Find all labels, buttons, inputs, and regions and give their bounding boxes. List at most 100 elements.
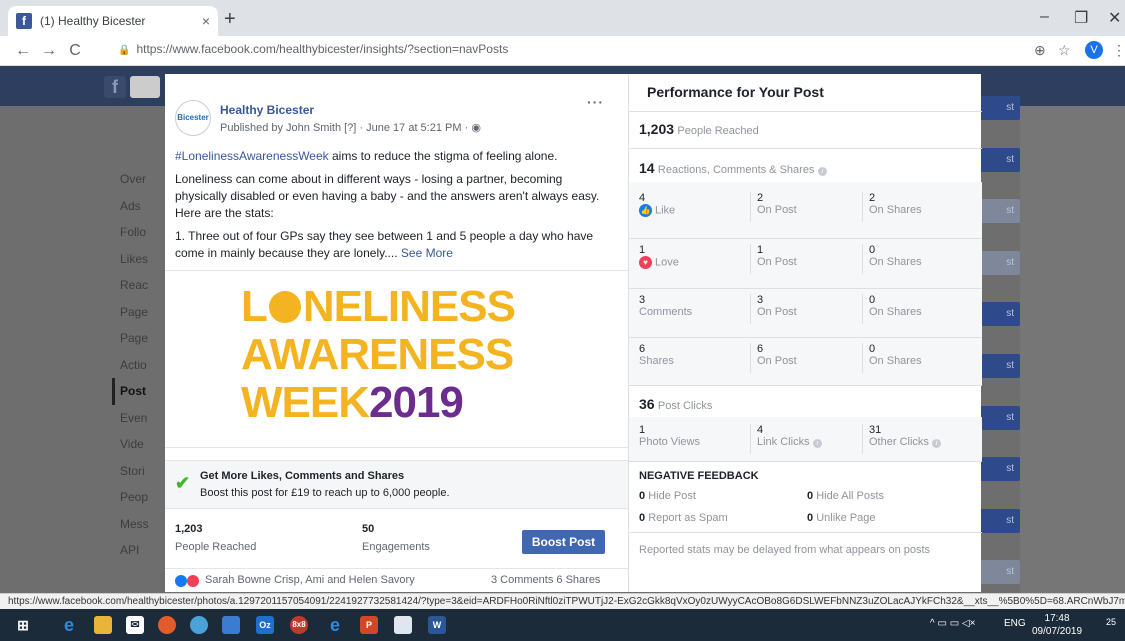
close-window-icon[interactable]: ✕	[1108, 8, 1121, 28]
sidenav-item: Likes	[120, 251, 149, 266]
negative-feedback-title: NEGATIVE FEEDBACK	[639, 470, 759, 482]
browser-tab-bar: f (1) Healthy Bicester × + – ❐ ✕	[0, 0, 1125, 36]
on-shares-cell: 0 On Shares	[869, 244, 922, 268]
sidenav-item: Mess	[120, 516, 149, 531]
ie-browser-icon[interactable]: e	[60, 616, 78, 634]
pen-app-icon[interactable]	[222, 616, 240, 634]
url-field[interactable]: 🔒 https://www.facebook.com/healthybiceste…	[118, 42, 508, 56]
background-boost-button: st	[980, 457, 1020, 481]
background-boost-button: st	[980, 199, 1020, 223]
word-icon[interactable]: W	[428, 616, 446, 634]
love-reaction-icon	[187, 575, 199, 587]
back-arrow-icon[interactable]: ←	[10, 42, 36, 60]
on-post-cell: 3 On Post	[757, 294, 797, 318]
forward-arrow-icon[interactable]: →	[36, 42, 62, 60]
on-shares-cell: 2 On Shares	[869, 192, 922, 216]
facebook-favicon-icon: f	[16, 13, 32, 29]
boost-post-button[interactable]: Boost Post	[522, 530, 605, 554]
system-tray-icons[interactable]: ^ ▭ ▭ ◁×	[930, 618, 975, 629]
on-shares-cell: 0 On Shares	[869, 294, 922, 318]
file-explorer-icon[interactable]	[94, 616, 112, 634]
reactions-row: Sarah Bowne Crisp, Ami and Helen Savory …	[165, 568, 628, 592]
on-shares-cell: 0 On Shares	[869, 343, 922, 367]
new-tab-button[interactable]: +	[224, 8, 236, 31]
rcs-summary: 14 Reactions, Comments & Shares i	[639, 160, 827, 176]
outlook-icon[interactable]: Oz	[256, 616, 274, 634]
post-options-icon[interactable]: ···	[587, 94, 604, 110]
zoom-icon[interactable]: ⊕	[1034, 42, 1046, 59]
page-avatar[interactable]: Bicester	[175, 100, 211, 136]
sidenav-item: Ads	[120, 198, 141, 213]
reached-summary: 1,203 People Reached	[639, 121, 759, 137]
sidenav-item: Reac	[120, 278, 149, 292]
post-preview-panel: Bicester Healthy Bicester Published by J…	[165, 74, 628, 592]
background-boost-button: st	[980, 302, 1020, 326]
published-text: Published by John Smith [?] · June 17 at…	[220, 122, 472, 134]
boost-subtitle: Boost this post for £19 to reach up to 6…	[200, 487, 450, 499]
reaction-total-cell: 1 ♥ Love	[639, 244, 679, 269]
people-reached-label: People Reached	[175, 541, 257, 553]
info-icon[interactable]: i	[817, 167, 827, 176]
lock-icon: 🔒	[118, 45, 131, 56]
sidenav-item: Page	[120, 304, 149, 319]
background-boost-button: st	[980, 560, 1020, 584]
see-more-link[interactable]: See More	[401, 246, 453, 260]
comments-shares-count[interactable]: 3 Comments 6 Shares	[491, 574, 600, 586]
reaction-total-cell: 4 👍 Like	[639, 192, 676, 217]
other-clicks-cell: 31 Other Clicks i	[869, 424, 941, 448]
tab-close-icon[interactable]: ×	[202, 13, 210, 29]
on-post-cell: 2 On Post	[757, 192, 797, 216]
right-backdrop	[1020, 106, 1125, 593]
app-icon[interactable]	[190, 616, 208, 634]
chrome-icon[interactable]	[158, 616, 176, 634]
reaction-total-cell: 6 Shares	[639, 343, 674, 367]
sidenav-item: Over	[120, 172, 147, 186]
8x8-icon[interactable]: 8x8	[290, 616, 308, 634]
background-boost-button: st	[980, 251, 1020, 275]
restore-icon[interactable]: ❐	[1074, 8, 1088, 28]
windows-taskbar: ⊞ e ✉ Oz 8x8 e P W ^ ▭ ▭ ◁× ENG 17:48 09/…	[0, 609, 1125, 641]
page-name-link[interactable]: Healthy Bicester	[220, 103, 314, 117]
clicks-summary: 36 Post Clicks	[639, 396, 712, 412]
sidenav-item: Actio	[120, 357, 147, 372]
globe-logo-icon	[268, 291, 301, 324]
edge-icon[interactable]: e	[326, 616, 344, 634]
sidenav-item: Stori	[120, 463, 145, 478]
mail-icon[interactable]: ✉	[126, 616, 144, 634]
post-line-1: aims to reduce the stigma of feeling alo…	[328, 149, 558, 163]
language-indicator[interactable]: ENG	[1004, 618, 1026, 629]
like-reaction-icon	[175, 575, 187, 587]
reaction-total-cell: 3 Comments	[639, 294, 693, 318]
bookmark-star-icon[interactable]: ☆	[1058, 42, 1071, 59]
facebook-search-box	[130, 76, 160, 98]
reactions-breakdown	[629, 182, 982, 385]
browser-menu-icon[interactable]: ⋮	[1112, 42, 1125, 59]
sidenav-item: Vide	[120, 437, 144, 451]
post-body: #LonelinessAwarenessWeek aims to reduce …	[175, 148, 615, 268]
boost-banner: ✔ Get More Likes, Comments and Shares Bo…	[165, 460, 628, 508]
windows-start-icon[interactable]: ⊞	[14, 616, 32, 634]
report-spam-stat: 0 Report as Spam	[639, 512, 728, 524]
checkmark-icon: ✔	[175, 473, 191, 493]
on-post-cell: 6 On Post	[757, 343, 797, 367]
profile-avatar[interactable]: V	[1085, 41, 1103, 59]
powerpoint-icon[interactable]: P	[360, 616, 378, 634]
clicks-value: 36	[639, 396, 655, 412]
image-text-line-1: L NELINESS	[241, 282, 516, 331]
reactor-names[interactable]: Sarah Bowne Crisp, Ami and Helen Savory	[205, 574, 415, 586]
post-paragraph-3: 1. Three out of four GPs say they see be…	[175, 229, 594, 260]
engagements-value: 50	[362, 523, 375, 535]
like-icon: 👍	[639, 204, 652, 217]
post-image[interactable]: L NELINESS AWARENESS WEEK2019	[165, 270, 628, 448]
clock[interactable]: 17:48 09/07/2019	[1032, 612, 1082, 638]
info-icon[interactable]: i	[931, 439, 941, 448]
notifications-icon[interactable]: 25	[1106, 617, 1116, 627]
sidenav-item: Page	[120, 331, 149, 345]
hashtag-link[interactable]: #LonelinessAwarenessWeek	[175, 149, 329, 163]
photos-icon[interactable]	[394, 616, 412, 634]
info-icon[interactable]: i	[812, 439, 822, 448]
clicks-label: Post Clicks	[657, 400, 713, 412]
minimize-icon[interactable]: –	[1040, 8, 1049, 26]
reload-icon[interactable]: C	[62, 42, 88, 60]
browser-tab[interactable]: f (1) Healthy Bicester ×	[8, 6, 218, 36]
